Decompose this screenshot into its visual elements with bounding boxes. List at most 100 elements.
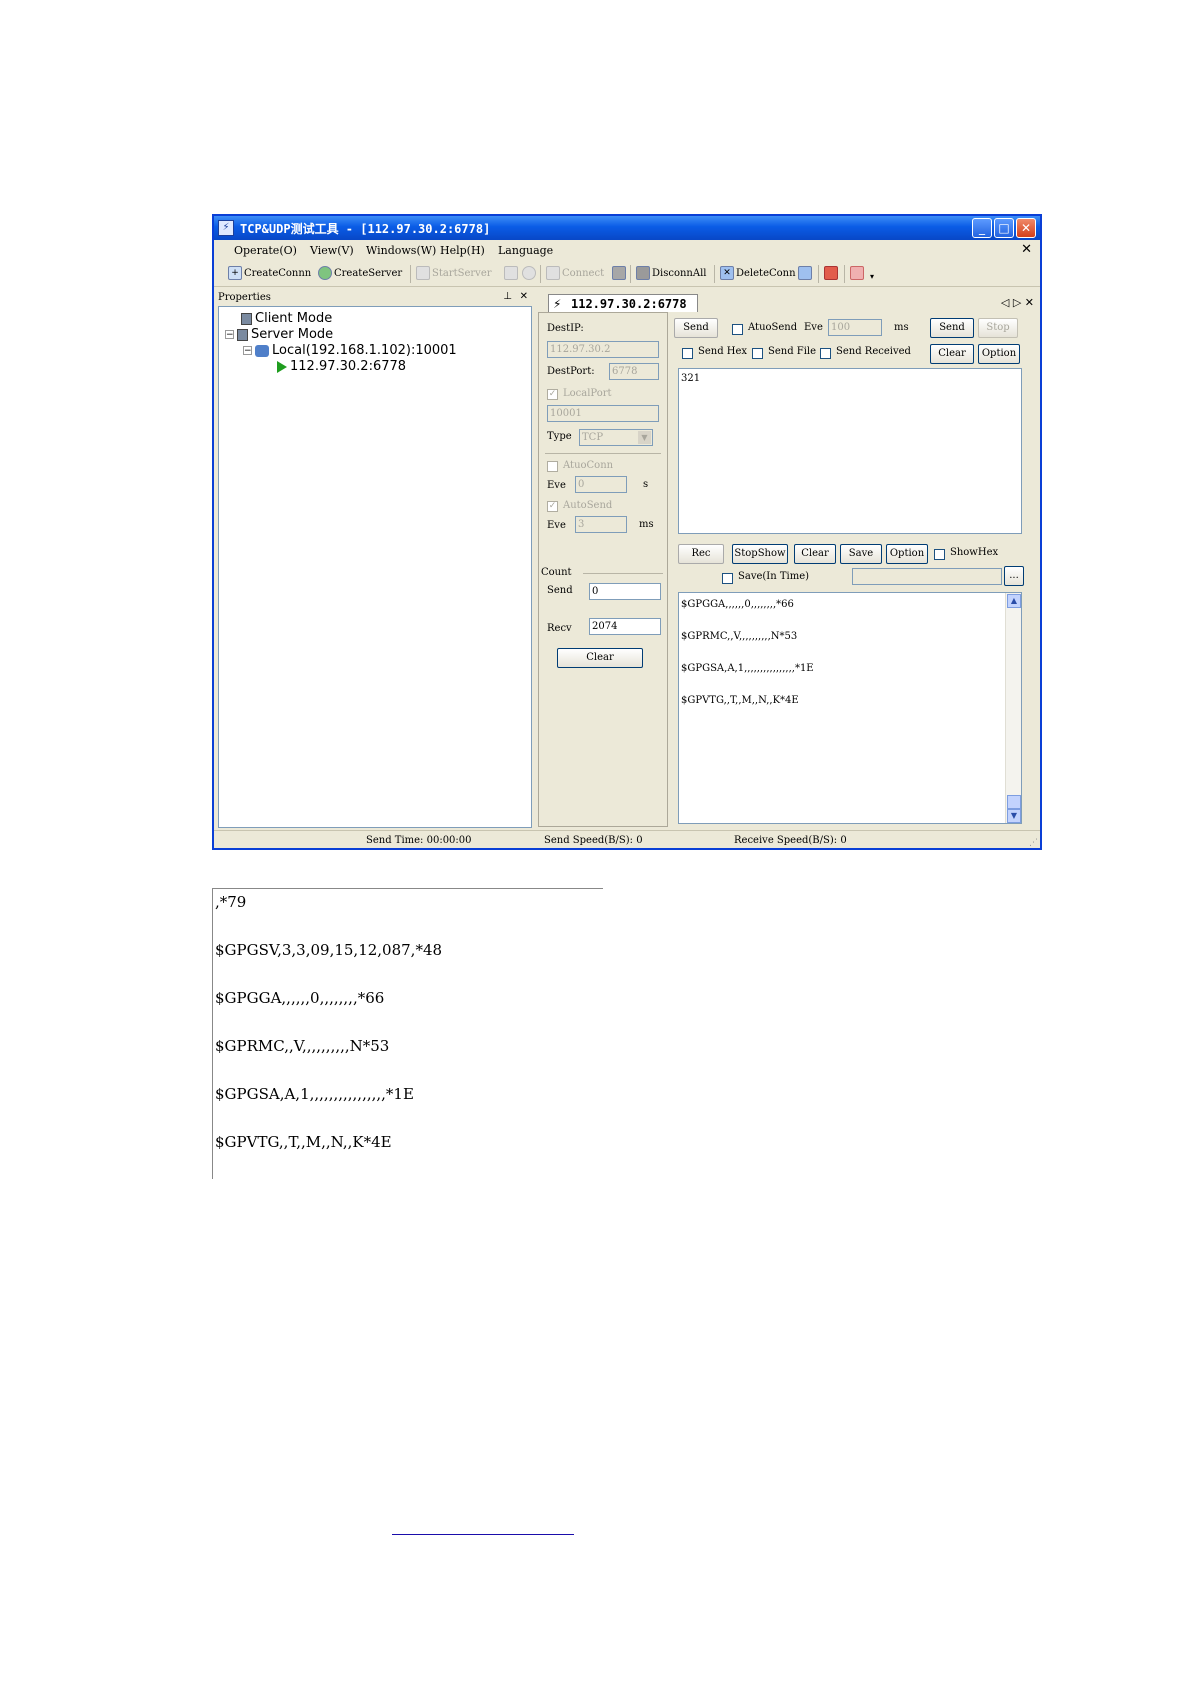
maximize-button[interactable]: □: [994, 218, 1014, 238]
save-in-time-checkbox[interactable]: [722, 573, 733, 584]
toolbar-separator: [714, 265, 715, 283]
tree-item-server-mode[interactable]: − Server Mode: [225, 327, 333, 342]
menu-help[interactable]: Help(H): [440, 244, 485, 257]
properties-close-icon[interactable]: ✕: [520, 291, 528, 302]
type-select[interactable]: TCP ▼: [579, 429, 653, 446]
receive-option-button[interactable]: Option: [886, 544, 928, 564]
capture-line: $GPGGA,,,,,,0,,,,,,,,*66: [215, 989, 385, 1007]
divider: [545, 453, 661, 454]
create-conn-button[interactable]: + CreateConnn: [228, 266, 311, 280]
status-bar: Send Time: 00:00:00 Send Speed(B/S): 0 R…: [214, 830, 1040, 849]
clear-receive-button[interactable]: Clear: [794, 544, 836, 564]
stop-button[interactable]: Stop: [978, 318, 1018, 338]
save-path-field[interactable]: [852, 568, 1002, 585]
stop-server-icon[interactable]: [504, 266, 518, 280]
connect-button[interactable]: Connect: [546, 266, 604, 280]
auto-send-toggle-label: AtuoSend: [748, 322, 798, 333]
tree-item-remote-connection[interactable]: 112.97.30.2:6778: [277, 359, 406, 374]
interval-unit-label: ms: [894, 322, 909, 333]
send-received-checkbox[interactable]: [820, 348, 831, 359]
app-icon: ⚡: [218, 220, 234, 236]
dest-ip-field[interactable]: 112.97.30.2: [547, 341, 659, 358]
send-option-button[interactable]: Option: [978, 344, 1020, 364]
browse-button[interactable]: ...: [1004, 566, 1024, 586]
auto-conn-checkbox[interactable]: [547, 461, 558, 472]
exit-icon[interactable]: [850, 266, 864, 280]
receive-textarea[interactable]: $GPGGA,,,,,,0,,,,,,,,*66 $GPRMC,,V,,,,,,…: [678, 592, 1022, 824]
collapse-icon[interactable]: −: [225, 330, 234, 340]
tree-item-local-server[interactable]: − Local(192.168.1.102):10001: [243, 343, 457, 358]
auto-send-checkbox[interactable]: ✓: [547, 501, 558, 512]
send-text: 321: [681, 373, 701, 384]
disconnect-all-icon: [636, 266, 650, 280]
stop-show-button[interactable]: StopShow: [732, 544, 788, 564]
save-button[interactable]: Save: [840, 544, 882, 564]
local-port-checkbox[interactable]: ✓: [547, 389, 558, 400]
start-server-button[interactable]: StartServer: [416, 266, 492, 280]
server-icon: [416, 266, 430, 280]
close-button[interactable]: ✕: [1016, 218, 1036, 238]
scroll-up-icon[interactable]: ▲: [1007, 594, 1021, 608]
save-in-time-label: Save(In Time): [738, 571, 810, 582]
connection-icon: ⚡: [553, 297, 562, 311]
scroll-down-icon[interactable]: ▼: [1007, 809, 1021, 823]
connection-tree: Client Mode − Server Mode − Local(192.16…: [218, 306, 532, 828]
receive-scrollbar[interactable]: ▲ ▼: [1005, 593, 1021, 823]
scroll-thumb[interactable]: [1007, 795, 1021, 809]
send-file-checkbox[interactable]: [752, 348, 763, 359]
send-button[interactable]: Send: [930, 318, 974, 338]
divider: [583, 573, 663, 574]
type-label: Type: [547, 431, 572, 442]
show-hex-checkbox[interactable]: [934, 549, 945, 560]
tab-navigation-icon[interactable]: ◁ ▷ ✕: [1001, 296, 1034, 309]
menu-operate[interactable]: Operate(O): [234, 244, 297, 257]
send-tab[interactable]: Send: [674, 318, 718, 338]
dest-port-field[interactable]: 6778: [609, 363, 659, 380]
delete-all-icon[interactable]: [798, 266, 812, 280]
tree-item-client-mode[interactable]: Client Mode: [241, 311, 332, 326]
title-bar[interactable]: ⚡ TCP&UDP测试工具 - [112.97.30.2:6778] _ □ ✕: [214, 216, 1040, 240]
menu-language[interactable]: Language: [498, 244, 553, 257]
play-icon: [277, 360, 287, 373]
settings-icon[interactable]: [522, 266, 536, 280]
rec-tab[interactable]: Rec: [678, 544, 724, 564]
auto-conn-interval-field[interactable]: 0: [575, 476, 627, 493]
send-count-field[interactable]: 0: [589, 583, 661, 600]
create-server-button[interactable]: CreateServer: [318, 266, 402, 280]
record-icon[interactable]: [824, 266, 838, 280]
recv-count-field[interactable]: 2074: [589, 618, 661, 635]
disconn-all-button[interactable]: DisconnAll: [636, 266, 706, 280]
menu-windows[interactable]: Windows(W): [366, 244, 436, 257]
hyperlink-underline[interactable]: [392, 1534, 574, 1535]
auto-send-toggle[interactable]: [732, 324, 743, 335]
tab-connection[interactable]: ⚡ 112.97.30.2:6778: [548, 294, 698, 312]
start-server-label: StartServer: [432, 267, 492, 279]
delete-conn-button[interactable]: ✕ DeleteConn: [720, 266, 796, 280]
receive-speed-status: Receive Speed(B/S): 0: [734, 835, 847, 846]
toolbar-overflow-icon[interactable]: ▾: [870, 272, 874, 281]
create-conn-label: CreateConnn: [244, 267, 312, 279]
computer-icon: [237, 328, 248, 341]
menu-view[interactable]: View(V): [310, 244, 354, 257]
send-textarea[interactable]: 321: [678, 368, 1022, 534]
properties-title: Properties: [218, 292, 271, 303]
local-port-field[interactable]: 10001: [547, 405, 659, 422]
interval-field[interactable]: 100: [828, 319, 882, 336]
clear-count-button[interactable]: Clear: [557, 648, 643, 668]
new-connection-icon: +: [228, 266, 242, 280]
mdi-close-icon[interactable]: ✕: [1021, 242, 1032, 257]
connect-icon: [546, 266, 560, 280]
send-hex-checkbox[interactable]: [682, 348, 693, 359]
toolbar-separator: [818, 265, 819, 283]
auto-send-interval-field[interactable]: 3: [575, 516, 627, 533]
disconnect-icon[interactable]: [612, 266, 626, 280]
minimize-button[interactable]: _: [972, 218, 992, 238]
collapse-icon[interactable]: −: [243, 346, 252, 356]
receive-text-capture: ,*79 $GPGSV,3,3,09,15,12,087,*48 $GPGGA,…: [212, 888, 603, 1179]
resize-grip-icon[interactable]: ⋰: [1029, 838, 1038, 848]
pin-icon[interactable]: ⊥: [503, 291, 512, 302]
clear-send-button[interactable]: Clear: [930, 344, 974, 364]
send-received-label: Send Received: [836, 346, 911, 357]
interval-label: Eve: [804, 322, 823, 333]
connection-settings: DestIP: 112.97.30.2 DestPort: 6778 ✓ Loc…: [538, 312, 668, 827]
